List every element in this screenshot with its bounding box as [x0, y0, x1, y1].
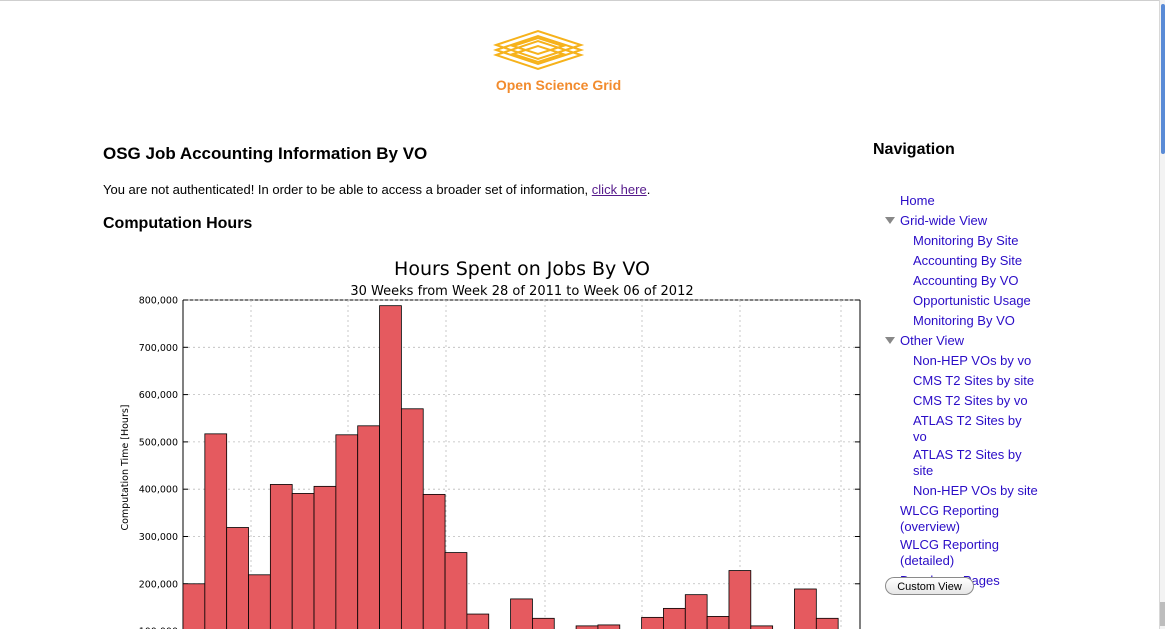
osg-logo[interactable]: Open Science Grid [493, 28, 633, 98]
bar [379, 305, 402, 629]
bar [422, 493, 446, 629]
nav-item-grid-wide-view[interactable]: Grid-wide View [885, 211, 1055, 231]
nav-item-monitoring-by-vo[interactable]: Monitoring By VO [885, 311, 1055, 331]
bar [226, 527, 249, 629]
bar [313, 485, 337, 629]
nav-title: Navigation [873, 141, 955, 158]
page-title: OSG Job Accounting Information By VO [103, 144, 428, 163]
nav-item-label: WLCG Reporting (overview) [900, 503, 999, 534]
nav-list: Home Grid-wide View Monitoring By Site Acco… [885, 191, 1055, 591]
bar [532, 617, 555, 629]
hours-chart: Hours Spent on Jobs By VO 30 Weeks from … [110, 255, 870, 629]
bar [335, 434, 359, 629]
nav-item-label: Non-HEP VOs by vo [913, 353, 1032, 368]
expand-triangle-icon[interactable] [885, 217, 895, 224]
nav-item-label: WLCG Reporting (detailed) [900, 537, 999, 568]
y-tick-label: 200,000 [139, 579, 178, 590]
nav-item-cms-t2-sites-by-site[interactable]: CMS T2 Sites by site [885, 371, 1055, 391]
bar [291, 493, 315, 629]
nav-item-non-hep-vos-by-vo[interactable]: Non-HEP VOs by vo [885, 351, 1055, 371]
bar [400, 408, 424, 629]
nav-item-label: CMS T2 Sites by site [913, 373, 1035, 388]
bar [182, 583, 206, 629]
y-tick-label: 800,000 [139, 296, 178, 307]
y-tick-label: 700,000 [139, 343, 178, 354]
scrollbar-resize-handle[interactable] [1160, 602, 1165, 626]
nav-item-label: Accounting By Site [913, 253, 1023, 268]
chart-plot: 100,000200,000300,000400,000500,000600,0… [120, 296, 861, 629]
y-tick-label: 400,000 [139, 485, 178, 496]
bar [248, 574, 271, 629]
nav-item-home[interactable]: Home [885, 191, 1055, 211]
bar [269, 484, 293, 629]
nav-item-label: Monitoring By VO [913, 313, 1015, 328]
scrollbar-thumb[interactable] [1161, 4, 1165, 154]
auth-message: You are not authenticated! In order to b… [103, 182, 650, 197]
bar [815, 617, 839, 629]
y-tick-label: 600,000 [139, 390, 178, 401]
bar [641, 616, 664, 629]
bar [706, 616, 730, 629]
nav-item-label: Non-HEP VOs by site [913, 483, 1038, 498]
y-tick-label: 300,000 [139, 532, 178, 543]
nav-item-label: CMS T2 Sites by vo [913, 393, 1028, 408]
bar [597, 624, 621, 629]
nav-item-atlas-t2-sites-by-vo[interactable]: ATLAS T2 Sites by vo [885, 413, 1028, 445]
custom-view-button[interactable]: Custom View [885, 577, 974, 595]
bar [794, 588, 817, 629]
bar [663, 607, 686, 629]
bar [684, 594, 708, 629]
nav-item-label: ATLAS T2 Sites by site [913, 447, 1022, 478]
nav-item-label: Grid-wide View [900, 213, 988, 228]
bar [444, 552, 468, 629]
nav-item-label: Accounting By VO [913, 273, 1019, 288]
nav-item-label: Home [900, 193, 935, 208]
nav-item-label: Other View [900, 333, 965, 348]
nav-item-cms-t2-sites-by-vo[interactable]: CMS T2 Sites by vo [885, 391, 1055, 411]
auth-click-here-link[interactable]: click here [592, 182, 647, 197]
nav-item-monitoring-by-site[interactable]: Monitoring By Site [885, 231, 1055, 251]
nav-item-non-hep-vos-by-site[interactable]: Non-HEP VOs by site [885, 481, 1055, 501]
nav-item-wlcg-reporting-overview[interactable]: WLCG Reporting (overview) [885, 503, 1005, 535]
bar [357, 425, 380, 629]
nav-item-accounting-by-vo[interactable]: Accounting By VO [885, 271, 1055, 291]
nav-item-label: Monitoring By Site [913, 233, 1019, 248]
nav-item-atlas-t2-sites-by-site[interactable]: ATLAS T2 Sites by site [885, 447, 1028, 479]
nav-item-wlcg-reporting-detailed[interactable]: WLCG Reporting (detailed) [885, 537, 1005, 569]
nav-item-accounting-by-site[interactable]: Accounting By Site [885, 251, 1055, 271]
nav-item-label: Opportunistic Usage [913, 293, 1031, 308]
logo-text: Open Science Grid [495, 77, 622, 93]
auth-message-text: You are not authenticated! In order to b… [103, 182, 589, 197]
top-border [0, 0, 1165, 1]
bar [204, 433, 228, 629]
nav-item-opportunistic-usage[interactable]: Opportunistic Usage [885, 291, 1055, 311]
bar [510, 598, 533, 629]
y-axis-label: Computation Time [Hours] [120, 404, 131, 530]
y-tick-label: 500,000 [139, 437, 178, 448]
auth-message-period: . [646, 182, 651, 197]
bar [728, 570, 752, 629]
nav-item-label: ATLAS T2 Sites by vo [913, 413, 1022, 444]
section-title: Computation Hours [103, 215, 253, 232]
expand-triangle-icon[interactable] [885, 337, 895, 344]
osg-logo-icon [493, 29, 585, 71]
bar [466, 613, 490, 629]
nav-item-other-view[interactable]: Other View [885, 331, 1055, 351]
